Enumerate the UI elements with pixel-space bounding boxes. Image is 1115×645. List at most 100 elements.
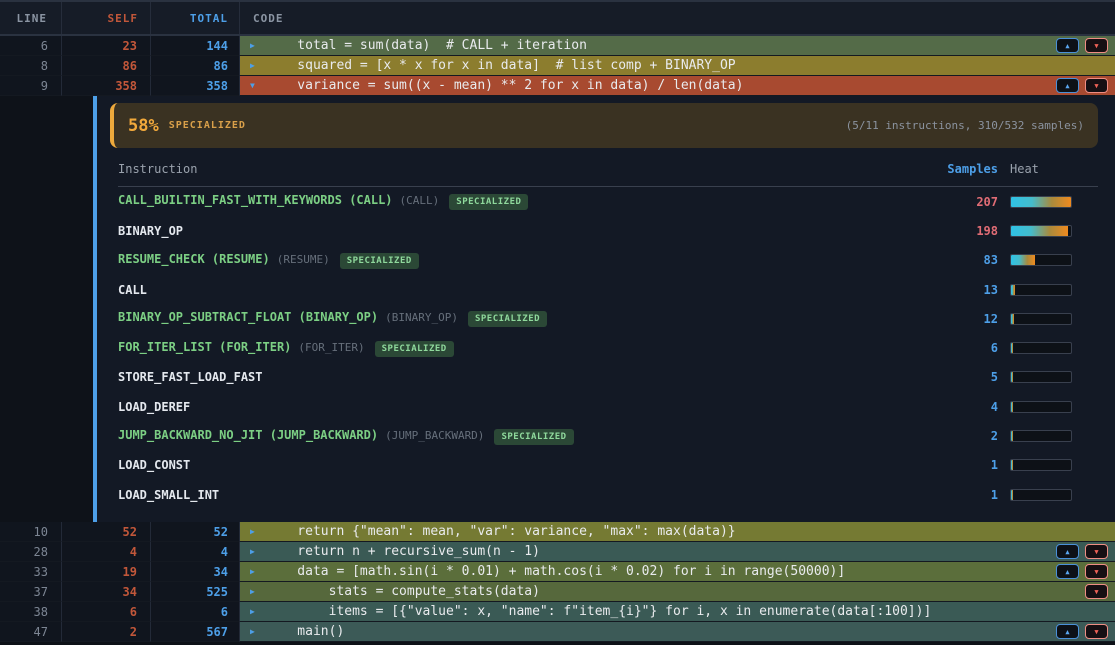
source-code: items = [{"value": x, "name": f"item_{i}… — [266, 604, 931, 619]
jump-up-button[interactable]: ▲ — [1056, 38, 1079, 53]
instruction-row: LOAD_CONST 1 — [118, 451, 1098, 480]
self-samples: 358 — [62, 76, 151, 96]
instruction-rows: CALL_BUILTIN_FAST_WITH_KEYWORDS (CALL) (… — [118, 187, 1098, 509]
code-line-row: 47 2 567 ▶ main() ▲▼ — [0, 622, 1115, 642]
heat-bar — [1010, 459, 1072, 471]
line-number: 10 — [0, 522, 62, 542]
jump-down-button[interactable]: ▼ — [1085, 584, 1108, 599]
self-samples: 2 — [62, 622, 151, 642]
specialized-badge: SPECIALIZED — [449, 194, 528, 210]
jump-down-button[interactable]: ▼ — [1085, 564, 1108, 579]
code-line-row: 8 86 86 ▶ squared = [x * x for x in data… — [0, 56, 1115, 76]
heat-bar — [1010, 225, 1072, 237]
line-number: 33 — [0, 562, 62, 582]
code-cell[interactable]: ▶ total = sum(data) # CALL + iteration ▲… — [240, 36, 1115, 56]
source-code: return n + recursive_sum(n - 1) — [266, 544, 540, 559]
self-samples: 23 — [62, 36, 151, 56]
code-cell[interactable]: ▶ return n + recursive_sum(n - 1) ▲ ▼ — [240, 542, 1115, 562]
heat-bar — [1010, 313, 1072, 325]
heat-bar — [1010, 196, 1072, 208]
heat-bar-fill — [1011, 255, 1035, 265]
heat-bar — [1010, 342, 1072, 354]
heat-bar-fill — [1011, 402, 1013, 412]
instruction-base-name: (CALL) — [400, 194, 440, 207]
total-samples: 4 — [151, 542, 240, 562]
self-samples: 4 — [62, 542, 151, 562]
jump-down-button[interactable]: ▼ — [1085, 544, 1108, 559]
instruction-sample-count: 6 — [928, 341, 998, 355]
instruction-sample-count: 2 — [928, 429, 998, 443]
column-header-self: SELF — [62, 2, 151, 34]
instruction-base-name: (FOR_ITER) — [298, 341, 364, 354]
line-number: 28 — [0, 542, 62, 562]
instruction-base-name: (JUMP_BACKWARD) — [385, 429, 484, 442]
instruction-table-header: Instruction Samples Heat — [118, 152, 1098, 187]
instruction-name: BINARY_OP_SUBTRACT_FLOAT (BINARY_OP) — [118, 310, 378, 324]
line-number: 8 — [0, 56, 62, 76]
expand-toggle-icon[interactable]: ▶ — [250, 627, 266, 636]
expand-toggle-icon[interactable]: ▶ — [250, 587, 266, 596]
heat-bar — [1010, 489, 1072, 501]
heat-bar — [1010, 401, 1072, 413]
instruction-sample-count: 1 — [928, 458, 998, 472]
panel-content: 58% SPECIALIZED (5/11 instructions, 310/… — [97, 96, 1115, 522]
instruction-row: BINARY_OP 198 — [118, 216, 1098, 245]
jump-down-button[interactable]: ▼ — [1085, 78, 1108, 93]
row-buttons: ▲▼ — [1056, 564, 1115, 579]
instruction-row: BINARY_OP_SUBTRACT_FLOAT (BINARY_OP) (BI… — [118, 304, 1098, 333]
code-line-row: 33 19 34 ▶ data = [math.sin(i * 0.01) + … — [0, 562, 1115, 582]
instruction-sample-count: 12 — [928, 312, 998, 326]
expand-toggle-icon[interactable]: ▶ — [250, 41, 266, 50]
instruction-name: STORE_FAST_LOAD_FAST — [118, 370, 263, 384]
specialized-badge: SPECIALIZED — [375, 341, 454, 357]
jump-down-button[interactable]: ▼ — [1085, 38, 1108, 53]
expand-toggle-icon[interactable]: ▶ — [250, 527, 266, 536]
expand-toggle-icon[interactable]: ▼ — [250, 81, 266, 90]
line-number: 6 — [0, 36, 62, 56]
expand-toggle-icon[interactable]: ▶ — [250, 61, 266, 70]
row-buttons: ▲▼ — [1056, 38, 1115, 53]
source-code: total = sum(data) # CALL + iteration — [266, 38, 587, 53]
total-samples: 6 — [151, 602, 240, 622]
instruction-name: RESUME_CHECK (RESUME) — [118, 252, 270, 266]
instruction-row: JUMP_BACKWARD_NO_JIT (JUMP_BACKWARD) (JU… — [118, 421, 1098, 450]
code-cell[interactable]: ▶ data = [math.sin(i * 0.01) + math.cos(… — [240, 562, 1115, 582]
expand-toggle-icon[interactable]: ▶ — [250, 547, 266, 556]
source-code: return {"mean": mean, "var": variance, "… — [266, 524, 736, 539]
expanded-line-panel: 58% SPECIALIZED (5/11 instructions, 310/… — [0, 96, 1115, 522]
heat-bar-fill — [1011, 314, 1014, 324]
jump-up-button[interactable]: ▲ — [1056, 564, 1079, 579]
code-cell[interactable]: ▶ items = [{"value": x, "name": f"item_{… — [240, 602, 1115, 622]
instruction-sample-count: 13 — [928, 283, 998, 297]
code-rows-bottom: 10 52 52 ▶ return {"mean": mean, "var": … — [0, 522, 1115, 642]
code-cell[interactable]: ▶ squared = [x * x for x in data] # list… — [240, 56, 1115, 76]
heat-bar-fill — [1011, 460, 1013, 470]
code-line-row: 10 52 52 ▶ return {"mean": mean, "var": … — [0, 522, 1115, 542]
heat-bar — [1010, 371, 1072, 383]
heat-bar-fill — [1011, 372, 1013, 382]
instruction-row: CALL_BUILTIN_FAST_WITH_KEYWORDS (CALL) (… — [118, 187, 1098, 216]
code-cell[interactable]: ▶ stats = compute_stats(data) ▼ — [240, 582, 1115, 602]
total-samples: 358 — [151, 76, 240, 96]
jump-up-button[interactable]: ▲ — [1056, 544, 1079, 559]
expand-toggle-icon[interactable]: ▶ — [250, 567, 266, 576]
expand-toggle-icon[interactable]: ▶ — [250, 607, 266, 616]
instruction-row: FOR_ITER_LIST (FOR_ITER) (FOR_ITER) SPEC… — [118, 333, 1098, 362]
self-samples: 52 — [62, 522, 151, 542]
code-cell[interactable]: ▼ variance = sum((x - mean) ** 2 for x i… — [240, 76, 1115, 96]
jump-up-button[interactable]: ▲ — [1056, 624, 1079, 639]
code-cell[interactable]: ▶ main() ▲▼ — [240, 622, 1115, 642]
specialized-badge: SPECIALIZED — [494, 429, 573, 445]
source-code: stats = compute_stats(data) — [266, 584, 540, 599]
code-line-row: 37 34 525 ▶ stats = compute_stats(data) … — [0, 582, 1115, 602]
jump-down-button[interactable]: ▼ — [1085, 624, 1108, 639]
heat-bar — [1010, 284, 1072, 296]
source-code: variance = sum((x - mean) ** 2 for x in … — [266, 78, 743, 93]
instruction-sample-count: 5 — [928, 370, 998, 384]
jump-up-button[interactable]: ▲ — [1056, 78, 1079, 93]
column-header-total: TOTAL — [151, 2, 240, 34]
samples-column-header: Samples — [928, 162, 998, 176]
code-cell[interactable]: ▶ return {"mean": mean, "var": variance,… — [240, 522, 1115, 542]
instruction-sample-count: 198 — [928, 224, 998, 238]
instruction-row: CALL 13 — [118, 275, 1098, 304]
